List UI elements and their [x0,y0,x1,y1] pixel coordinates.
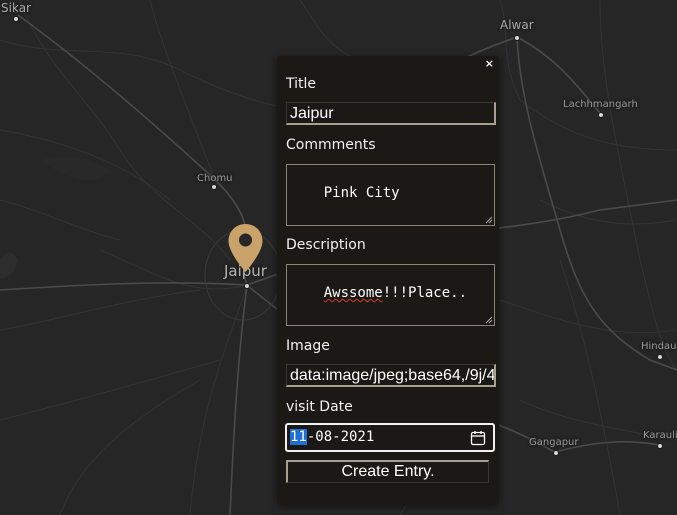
image-input[interactable]: data:image/jpeg;base64,/9j/4 [286,364,496,387]
map-city-dot [13,16,19,22]
entry-popup: × Title Jaipur Commments Pink City Descr… [277,56,499,505]
map-label-city: Gangapur [529,437,579,448]
map-label-city: Sikar [1,1,31,15]
map-city-dot [244,283,250,289]
comments-text: Pink City [323,185,400,201]
map-label-city: Hindau [641,341,677,352]
map-city-dot [553,450,559,456]
comments-label: Commments [286,137,376,153]
map-city-dot [657,443,663,449]
title-label: Title [286,76,317,92]
map-city-dot [657,354,663,360]
calendar-icon[interactable] [470,430,486,446]
map-city-dot [514,35,520,41]
map-city-dot [211,184,217,190]
comments-textarea[interactable]: Pink City [286,164,495,226]
date-rest-segment[interactable]: -08-2021 [307,429,374,445]
map-city-dot [598,112,604,118]
map-label-city: Lachhmangarh [563,99,638,110]
map-label-city: Chomu [197,173,233,184]
visit-date-label: visit Date [286,399,353,415]
map-label-city: Karauli [643,430,677,441]
create-entry-button[interactable]: Create Entry. [286,460,489,483]
title-input[interactable]: Jaipur [286,102,496,125]
map-pin-icon[interactable] [227,223,264,273]
resize-grip-icon[interactable] [485,216,493,224]
description-label: Description [286,237,366,253]
date-day-segment[interactable]: 11 [290,429,307,445]
description-text: Awssome!!!Place.. [324,285,467,301]
image-label: Image [286,338,330,354]
resize-grip-icon[interactable] [485,316,493,324]
map-label-city: Alwar [500,18,534,32]
description-value: Awssome!!!Place.. [323,285,468,301]
visit-date-input[interactable]: 11-08-2021 [285,423,495,452]
close-button[interactable]: × [485,57,494,71]
description-textarea[interactable]: Awssome!!!Place.. [286,264,495,326]
